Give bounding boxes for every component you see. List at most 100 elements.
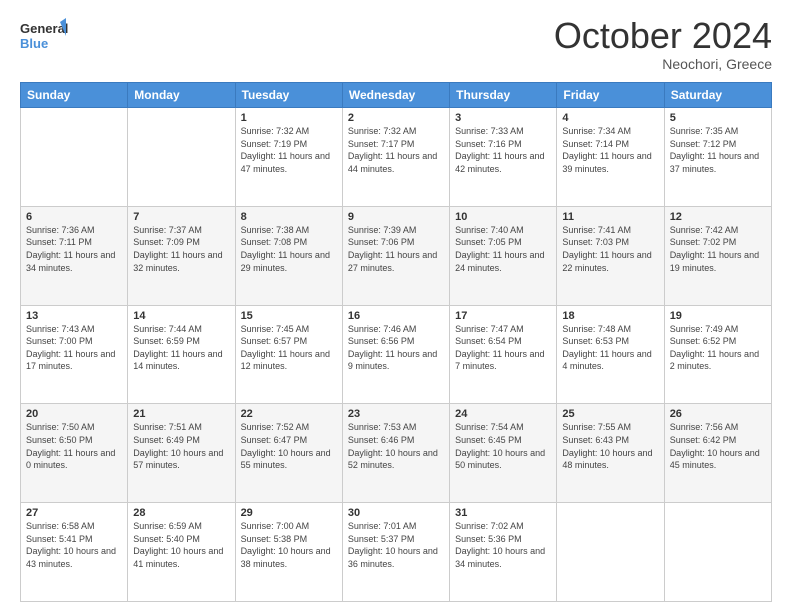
calendar-cell: 12Sunrise: 7:42 AMSunset: 7:02 PMDayligh… bbox=[664, 206, 771, 305]
logo-svg: General Blue bbox=[20, 18, 70, 54]
day-info: Sunrise: 7:02 AMSunset: 5:36 PMDaylight:… bbox=[455, 520, 551, 570]
calendar-cell: 4Sunrise: 7:34 AMSunset: 7:14 PMDaylight… bbox=[557, 108, 664, 207]
day-info: Sunrise: 7:45 AMSunset: 6:57 PMDaylight:… bbox=[241, 323, 337, 373]
svg-text:Blue: Blue bbox=[20, 36, 48, 51]
day-info: Sunrise: 7:33 AMSunset: 7:16 PMDaylight:… bbox=[455, 125, 551, 175]
day-number: 26 bbox=[670, 408, 766, 420]
day-number: 16 bbox=[348, 310, 444, 322]
day-number: 11 bbox=[562, 211, 658, 223]
calendar-cell: 24Sunrise: 7:54 AMSunset: 6:45 PMDayligh… bbox=[450, 404, 557, 503]
day-info: Sunrise: 6:58 AMSunset: 5:41 PMDaylight:… bbox=[26, 520, 122, 570]
day-info: Sunrise: 7:36 AMSunset: 7:11 PMDaylight:… bbox=[26, 224, 122, 274]
month-title: October 2024 bbox=[554, 18, 772, 54]
day-number: 23 bbox=[348, 408, 444, 420]
day-info: Sunrise: 7:49 AMSunset: 6:52 PMDaylight:… bbox=[670, 323, 766, 373]
title-block: October 2024 Neochori, Greece bbox=[554, 18, 772, 72]
day-info: Sunrise: 7:34 AMSunset: 7:14 PMDaylight:… bbox=[562, 125, 658, 175]
day-info: Sunrise: 7:35 AMSunset: 7:12 PMDaylight:… bbox=[670, 125, 766, 175]
day-number: 4 bbox=[562, 112, 658, 124]
day-info: Sunrise: 7:46 AMSunset: 6:56 PMDaylight:… bbox=[348, 323, 444, 373]
day-number: 25 bbox=[562, 408, 658, 420]
calendar-cell bbox=[128, 108, 235, 207]
calendar-day-header: Wednesday bbox=[342, 83, 449, 108]
calendar-week-row: 27Sunrise: 6:58 AMSunset: 5:41 PMDayligh… bbox=[21, 503, 772, 602]
day-number: 27 bbox=[26, 507, 122, 519]
day-info: Sunrise: 7:00 AMSunset: 5:38 PMDaylight:… bbox=[241, 520, 337, 570]
calendar-cell: 10Sunrise: 7:40 AMSunset: 7:05 PMDayligh… bbox=[450, 206, 557, 305]
calendar-table: SundayMondayTuesdayWednesdayThursdayFrid… bbox=[20, 82, 772, 602]
calendar-cell: 27Sunrise: 6:58 AMSunset: 5:41 PMDayligh… bbox=[21, 503, 128, 602]
day-info: Sunrise: 7:48 AMSunset: 6:53 PMDaylight:… bbox=[562, 323, 658, 373]
calendar-cell: 6Sunrise: 7:36 AMSunset: 7:11 PMDaylight… bbox=[21, 206, 128, 305]
day-number: 15 bbox=[241, 310, 337, 322]
day-info: Sunrise: 7:01 AMSunset: 5:37 PMDaylight:… bbox=[348, 520, 444, 570]
logo: General Blue bbox=[20, 18, 70, 54]
day-number: 22 bbox=[241, 408, 337, 420]
day-number: 29 bbox=[241, 507, 337, 519]
day-info: Sunrise: 7:38 AMSunset: 7:08 PMDaylight:… bbox=[241, 224, 337, 274]
day-info: Sunrise: 7:47 AMSunset: 6:54 PMDaylight:… bbox=[455, 323, 551, 373]
calendar-cell: 26Sunrise: 7:56 AMSunset: 6:42 PMDayligh… bbox=[664, 404, 771, 503]
calendar-week-row: 13Sunrise: 7:43 AMSunset: 7:00 PMDayligh… bbox=[21, 305, 772, 404]
calendar-cell: 21Sunrise: 7:51 AMSunset: 6:49 PMDayligh… bbox=[128, 404, 235, 503]
day-number: 31 bbox=[455, 507, 551, 519]
day-number: 1 bbox=[241, 112, 337, 124]
day-number: 5 bbox=[670, 112, 766, 124]
day-number: 19 bbox=[670, 310, 766, 322]
calendar-cell: 29Sunrise: 7:00 AMSunset: 5:38 PMDayligh… bbox=[235, 503, 342, 602]
page-header: General Blue October 2024 Neochori, Gree… bbox=[20, 18, 772, 72]
calendar-cell: 8Sunrise: 7:38 AMSunset: 7:08 PMDaylight… bbox=[235, 206, 342, 305]
calendar-cell bbox=[21, 108, 128, 207]
day-info: Sunrise: 7:51 AMSunset: 6:49 PMDaylight:… bbox=[133, 421, 229, 471]
day-number: 6 bbox=[26, 211, 122, 223]
calendar-day-header: Monday bbox=[128, 83, 235, 108]
calendar-day-header: Saturday bbox=[664, 83, 771, 108]
day-info: Sunrise: 7:55 AMSunset: 6:43 PMDaylight:… bbox=[562, 421, 658, 471]
day-info: Sunrise: 6:59 AMSunset: 5:40 PMDaylight:… bbox=[133, 520, 229, 570]
day-info: Sunrise: 7:39 AMSunset: 7:06 PMDaylight:… bbox=[348, 224, 444, 274]
day-number: 18 bbox=[562, 310, 658, 322]
calendar-cell: 7Sunrise: 7:37 AMSunset: 7:09 PMDaylight… bbox=[128, 206, 235, 305]
day-info: Sunrise: 7:44 AMSunset: 6:59 PMDaylight:… bbox=[133, 323, 229, 373]
day-number: 7 bbox=[133, 211, 229, 223]
day-info: Sunrise: 7:53 AMSunset: 6:46 PMDaylight:… bbox=[348, 421, 444, 471]
calendar-cell: 13Sunrise: 7:43 AMSunset: 7:00 PMDayligh… bbox=[21, 305, 128, 404]
day-info: Sunrise: 7:56 AMSunset: 6:42 PMDaylight:… bbox=[670, 421, 766, 471]
day-info: Sunrise: 7:41 AMSunset: 7:03 PMDaylight:… bbox=[562, 224, 658, 274]
calendar-cell bbox=[557, 503, 664, 602]
calendar-day-header: Tuesday bbox=[235, 83, 342, 108]
calendar-cell: 15Sunrise: 7:45 AMSunset: 6:57 PMDayligh… bbox=[235, 305, 342, 404]
calendar-cell: 3Sunrise: 7:33 AMSunset: 7:16 PMDaylight… bbox=[450, 108, 557, 207]
day-number: 9 bbox=[348, 211, 444, 223]
day-number: 21 bbox=[133, 408, 229, 420]
calendar-cell: 17Sunrise: 7:47 AMSunset: 6:54 PMDayligh… bbox=[450, 305, 557, 404]
day-number: 30 bbox=[348, 507, 444, 519]
day-number: 17 bbox=[455, 310, 551, 322]
calendar-week-row: 6Sunrise: 7:36 AMSunset: 7:11 PMDaylight… bbox=[21, 206, 772, 305]
calendar-cell: 9Sunrise: 7:39 AMSunset: 7:06 PMDaylight… bbox=[342, 206, 449, 305]
calendar-week-row: 1Sunrise: 7:32 AMSunset: 7:19 PMDaylight… bbox=[21, 108, 772, 207]
calendar-cell: 31Sunrise: 7:02 AMSunset: 5:36 PMDayligh… bbox=[450, 503, 557, 602]
calendar-cell: 1Sunrise: 7:32 AMSunset: 7:19 PMDaylight… bbox=[235, 108, 342, 207]
calendar-cell: 22Sunrise: 7:52 AMSunset: 6:47 PMDayligh… bbox=[235, 404, 342, 503]
calendar-cell: 5Sunrise: 7:35 AMSunset: 7:12 PMDaylight… bbox=[664, 108, 771, 207]
day-number: 8 bbox=[241, 211, 337, 223]
day-number: 14 bbox=[133, 310, 229, 322]
day-info: Sunrise: 7:52 AMSunset: 6:47 PMDaylight:… bbox=[241, 421, 337, 471]
day-info: Sunrise: 7:32 AMSunset: 7:17 PMDaylight:… bbox=[348, 125, 444, 175]
calendar-cell: 11Sunrise: 7:41 AMSunset: 7:03 PMDayligh… bbox=[557, 206, 664, 305]
day-number: 20 bbox=[26, 408, 122, 420]
day-info: Sunrise: 7:50 AMSunset: 6:50 PMDaylight:… bbox=[26, 421, 122, 471]
calendar-cell: 14Sunrise: 7:44 AMSunset: 6:59 PMDayligh… bbox=[128, 305, 235, 404]
calendar-cell: 25Sunrise: 7:55 AMSunset: 6:43 PMDayligh… bbox=[557, 404, 664, 503]
calendar-cell: 23Sunrise: 7:53 AMSunset: 6:46 PMDayligh… bbox=[342, 404, 449, 503]
day-number: 2 bbox=[348, 112, 444, 124]
calendar-cell: 18Sunrise: 7:48 AMSunset: 6:53 PMDayligh… bbox=[557, 305, 664, 404]
location: Neochori, Greece bbox=[554, 56, 772, 72]
calendar-cell: 16Sunrise: 7:46 AMSunset: 6:56 PMDayligh… bbox=[342, 305, 449, 404]
day-number: 10 bbox=[455, 211, 551, 223]
day-info: Sunrise: 7:54 AMSunset: 6:45 PMDaylight:… bbox=[455, 421, 551, 471]
day-number: 13 bbox=[26, 310, 122, 322]
calendar-day-header: Friday bbox=[557, 83, 664, 108]
day-info: Sunrise: 7:37 AMSunset: 7:09 PMDaylight:… bbox=[133, 224, 229, 274]
